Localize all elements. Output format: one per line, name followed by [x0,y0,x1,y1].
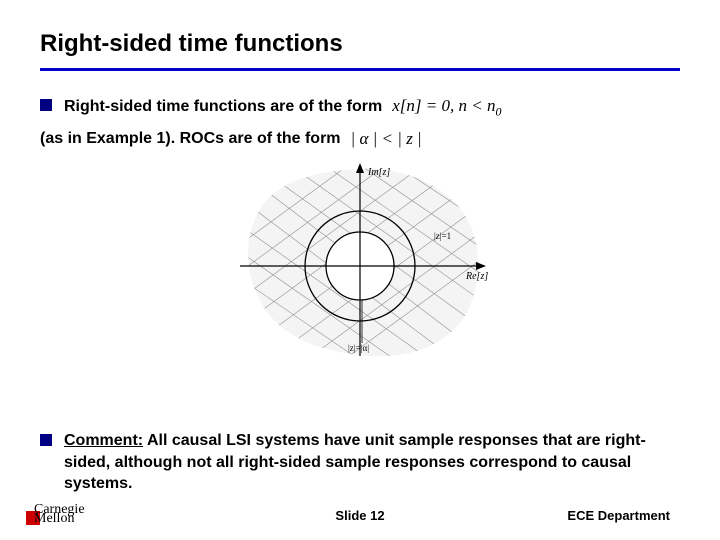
comment-label: Comment: [64,432,143,449]
roc-figure-wrap: Im[z] Re[z] |z|=1 |z|=|α| [40,161,680,361]
bullet-1: Right-sided time functions are of the fo… [40,95,680,120]
fig-unit-label: |z|=1 [434,231,451,241]
slide-title: Right-sided time functions [40,30,680,58]
bullet-2: Comment: All causal LSI systems have uni… [40,430,680,501]
math-condition-main: x[n] = 0, n < n [392,96,495,115]
title-rule [40,68,680,71]
department-label: ECE Department [567,508,670,523]
math-condition-sub: 0 [495,104,501,118]
slide: Right-sided time functions Right-sided t… [0,0,720,540]
bullet-square-icon [40,99,52,111]
bullet-2-content: Comment: All causal LSI systems have uni… [64,430,680,495]
university-logo: Carnegie Mellon [26,504,85,526]
fig-alpha-label: |z|=|α| [348,343,369,353]
math-condition: x[n] = 0, n < n0 [392,95,501,120]
line-2: (as in Example 1). ROCs are of the form … [40,128,680,151]
bullet-1-content: Right-sided time functions are of the fo… [64,95,501,120]
line-2-text: (as in Example 1). ROCs are of the form [40,128,341,150]
fig-im-label: Im[z] [367,167,390,178]
comment-body: All causal LSI systems have unit sample … [64,432,646,492]
bullet-1-text: Right-sided time functions are of the fo… [64,96,382,118]
bullet-square-icon [40,434,52,446]
math-roc: | α | < | z | [351,128,422,151]
roc-figure: Im[z] Re[z] |z|=1 |z|=|α| [230,161,490,361]
footer: Carnegie Mellon Slide 12 ECE Department [0,500,720,530]
slide-number: Slide 12 [335,508,384,523]
fig-re-label: Re[z] [465,271,488,282]
